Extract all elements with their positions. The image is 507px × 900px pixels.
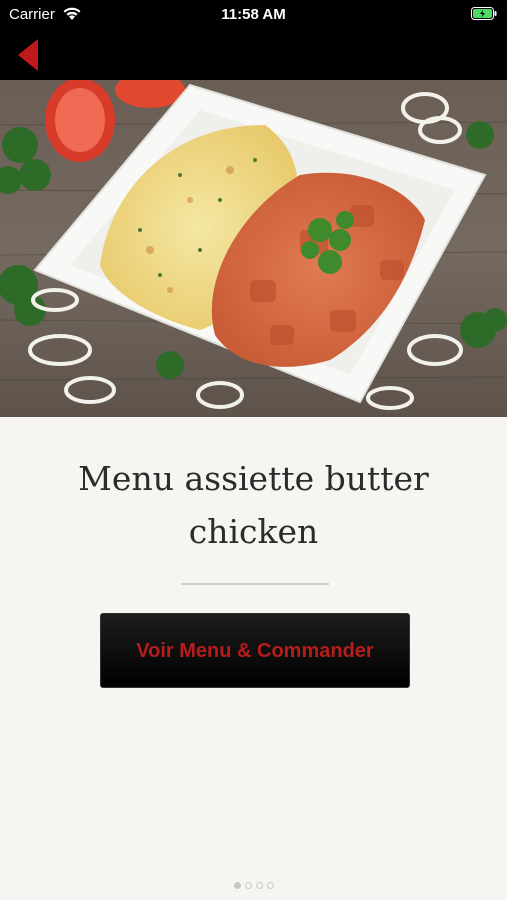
battery-icon <box>471 7 497 24</box>
page-dot[interactable] <box>233 882 241 889</box>
dish-title: Menu assiette butter chicken <box>78 459 429 551</box>
status-bar: Carrier 11:58 AM <box>0 0 507 30</box>
page-dot[interactable] <box>255 882 263 889</box>
back-button[interactable] <box>14 37 44 73</box>
title-divider <box>181 583 329 585</box>
view-menu-order-button[interactable]: Voir Menu & Commander <box>100 613 410 688</box>
page-indicator[interactable] <box>0 882 507 889</box>
back-arrow-icon <box>18 39 38 71</box>
page-dot[interactable] <box>266 882 274 889</box>
page-dot[interactable] <box>244 882 252 889</box>
clock-time: 11:58 AM <box>221 6 286 23</box>
navigation-bar <box>0 30 507 80</box>
dish-photo <box>0 80 507 417</box>
